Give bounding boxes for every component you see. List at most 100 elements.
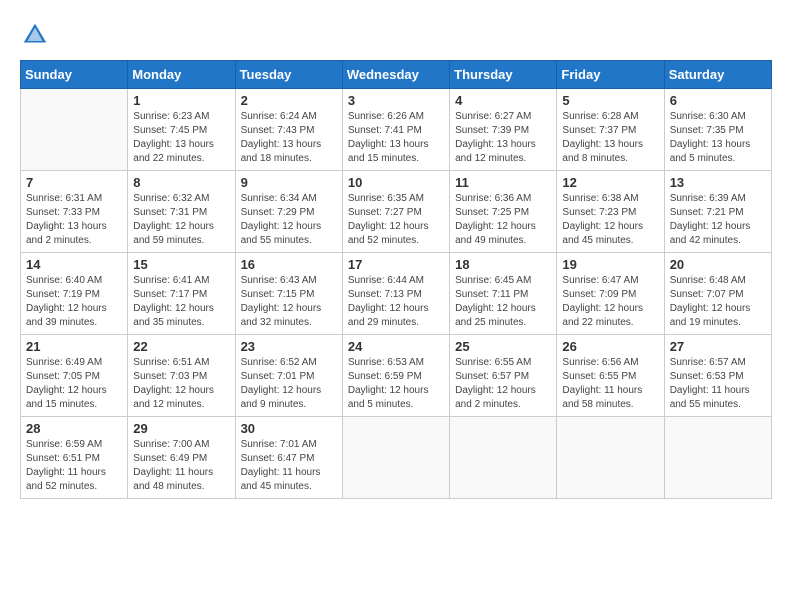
day-number: 12 xyxy=(562,175,658,190)
logo xyxy=(20,20,54,50)
day-number: 24 xyxy=(348,339,444,354)
day-number: 2 xyxy=(241,93,337,108)
calendar-cell: 2 Sunrise: 6:24 AM Sunset: 7:43 PM Daylig… xyxy=(235,89,342,171)
day-info: Sunrise: 6:59 AM Sunset: 6:51 PM Dayligh… xyxy=(26,438,122,494)
day-number: 5 xyxy=(562,93,658,108)
day-info: Sunrise: 6:31 AM Sunset: 7:33 PM Dayligh… xyxy=(26,192,122,248)
day-of-week-header: Sunday xyxy=(21,61,128,89)
day-number: 19 xyxy=(562,257,658,272)
day-info: Sunrise: 6:28 AM Sunset: 7:37 PM Dayligh… xyxy=(562,110,658,166)
day-header-row: SundayMondayTuesdayWednesdayThursdayFrid… xyxy=(21,61,772,89)
day-number: 26 xyxy=(562,339,658,354)
calendar-cell xyxy=(664,417,771,499)
calendar-cell: 19 Sunrise: 6:47 AM Sunset: 7:09 PM Dayli… xyxy=(557,253,664,335)
calendar-cell: 11Sunrise: 6:36 AM Sunset: 7:25 PM Dayli… xyxy=(450,171,557,253)
day-info: Sunrise: 6:26 AM Sunset: 7:41 PM Dayligh… xyxy=(348,110,444,166)
day-number: 9 xyxy=(241,175,337,190)
day-info: Sunrise: 6:49 AM Sunset: 7:05 PM Dayligh… xyxy=(26,356,122,412)
day-info: Sunrise: 6:40 AM Sunset: 7:19 PM Dayligh… xyxy=(26,274,122,330)
calendar-cell: 4 Sunrise: 6:27 AM Sunset: 7:39 PM Daylig… xyxy=(450,89,557,171)
day-number: 3 xyxy=(348,93,444,108)
day-info: Sunrise: 6:38 AM Sunset: 7:23 PM Dayligh… xyxy=(562,192,658,248)
day-number: 8 xyxy=(133,175,229,190)
calendar-cell: 25Sunrise: 6:55 AM Sunset: 6:57 PM Dayli… xyxy=(450,335,557,417)
calendar-cell: 23 Sunrise: 6:52 AM Sunset: 7:01 PM Dayli… xyxy=(235,335,342,417)
day-info: Sunrise: 6:57 AM Sunset: 6:53 PM Dayligh… xyxy=(670,356,766,412)
day-number: 1 xyxy=(133,93,229,108)
day-info: Sunrise: 7:01 AM Sunset: 6:47 PM Dayligh… xyxy=(241,438,337,494)
day-info: Sunrise: 6:52 AM Sunset: 7:01 PM Dayligh… xyxy=(241,356,337,412)
calendar-table: SundayMondayTuesdayWednesdayThursdayFrid… xyxy=(20,60,772,499)
calendar-cell: 12 Sunrise: 6:38 AM Sunset: 7:23 PM Dayli… xyxy=(557,171,664,253)
day-of-week-header: Monday xyxy=(128,61,235,89)
day-number: 28 xyxy=(26,421,122,436)
day-number: 14 xyxy=(26,257,122,272)
calendar-cell: 21 Sunrise: 6:49 AM Sunset: 7:05 PM Dayli… xyxy=(21,335,128,417)
day-number: 11 xyxy=(455,175,551,190)
day-info: Sunrise: 6:24 AM Sunset: 7:43 PM Dayligh… xyxy=(241,110,337,166)
calendar-header: SundayMondayTuesdayWednesdayThursdayFrid… xyxy=(21,61,772,89)
day-number: 20 xyxy=(670,257,766,272)
day-info: Sunrise: 6:53 AM Sunset: 6:59 PM Dayligh… xyxy=(348,356,444,412)
day-number: 23 xyxy=(241,339,337,354)
calendar-week-row: 28 Sunrise: 6:59 AM Sunset: 6:51 PM Dayli… xyxy=(21,417,772,499)
calendar-week-row: 1 Sunrise: 6:23 AM Sunset: 7:45 PM Daylig… xyxy=(21,89,772,171)
calendar-week-row: 14 Sunrise: 6:40 AM Sunset: 7:19 PM Dayli… xyxy=(21,253,772,335)
calendar-cell: 15Sunrise: 6:41 AM Sunset: 7:17 PM Dayli… xyxy=(128,253,235,335)
day-info: Sunrise: 6:41 AM Sunset: 7:17 PM Dayligh… xyxy=(133,274,229,330)
day-number: 7 xyxy=(26,175,122,190)
calendar-cell: 6Sunrise: 6:30 AM Sunset: 7:35 PM Daylig… xyxy=(664,89,771,171)
calendar-cell: 10 Sunrise: 6:35 AM Sunset: 7:27 PM Dayli… xyxy=(342,171,449,253)
day-info: Sunrise: 6:35 AM Sunset: 7:27 PM Dayligh… xyxy=(348,192,444,248)
calendar-cell: 14 Sunrise: 6:40 AM Sunset: 7:19 PM Dayli… xyxy=(21,253,128,335)
day-number: 18 xyxy=(455,257,551,272)
day-info: Sunrise: 6:47 AM Sunset: 7:09 PM Dayligh… xyxy=(562,274,658,330)
calendar-cell: 13Sunrise: 6:39 AM Sunset: 7:21 PM Dayli… xyxy=(664,171,771,253)
calendar-cell: 18 Sunrise: 6:45 AM Sunset: 7:11 PM Dayli… xyxy=(450,253,557,335)
day-number: 10 xyxy=(348,175,444,190)
day-info: Sunrise: 6:30 AM Sunset: 7:35 PM Dayligh… xyxy=(670,110,766,166)
day-of-week-header: Saturday xyxy=(664,61,771,89)
day-info: Sunrise: 6:56 AM Sunset: 6:55 PM Dayligh… xyxy=(562,356,658,412)
calendar-cell: 16 Sunrise: 6:43 AM Sunset: 7:15 PM Dayli… xyxy=(235,253,342,335)
calendar-cell xyxy=(450,417,557,499)
day-of-week-header: Wednesday xyxy=(342,61,449,89)
calendar-cell: 17 Sunrise: 6:44 AM Sunset: 7:13 PM Dayli… xyxy=(342,253,449,335)
day-number: 30 xyxy=(241,421,337,436)
calendar-cell: 29 Sunrise: 7:00 AM Sunset: 6:49 PM Dayli… xyxy=(128,417,235,499)
day-info: Sunrise: 6:51 AM Sunset: 7:03 PM Dayligh… xyxy=(133,356,229,412)
day-of-week-header: Tuesday xyxy=(235,61,342,89)
calendar-cell: 26 Sunrise: 6:56 AM Sunset: 6:55 PM Dayli… xyxy=(557,335,664,417)
day-info: Sunrise: 6:43 AM Sunset: 7:15 PM Dayligh… xyxy=(241,274,337,330)
day-number: 16 xyxy=(241,257,337,272)
calendar-cell: 8Sunrise: 6:32 AM Sunset: 7:31 PM Daylig… xyxy=(128,171,235,253)
calendar-week-row: 7 Sunrise: 6:31 AM Sunset: 7:33 PM Daylig… xyxy=(21,171,772,253)
calendar-cell xyxy=(342,417,449,499)
calendar-cell: 20Sunrise: 6:48 AM Sunset: 7:07 PM Dayli… xyxy=(664,253,771,335)
calendar-cell: 22Sunrise: 6:51 AM Sunset: 7:03 PM Dayli… xyxy=(128,335,235,417)
calendar-cell: 9 Sunrise: 6:34 AM Sunset: 7:29 PM Daylig… xyxy=(235,171,342,253)
calendar-cell xyxy=(557,417,664,499)
page-header xyxy=(20,20,772,50)
calendar-body: 1 Sunrise: 6:23 AM Sunset: 7:45 PM Daylig… xyxy=(21,89,772,499)
calendar-cell: 3 Sunrise: 6:26 AM Sunset: 7:41 PM Daylig… xyxy=(342,89,449,171)
day-info: Sunrise: 6:27 AM Sunset: 7:39 PM Dayligh… xyxy=(455,110,551,166)
logo-icon xyxy=(20,20,50,50)
day-number: 21 xyxy=(26,339,122,354)
calendar-cell xyxy=(21,89,128,171)
calendar-week-row: 21 Sunrise: 6:49 AM Sunset: 7:05 PM Dayli… xyxy=(21,335,772,417)
day-info: Sunrise: 6:55 AM Sunset: 6:57 PM Dayligh… xyxy=(455,356,551,412)
calendar-cell: 5 Sunrise: 6:28 AM Sunset: 7:37 PM Daylig… xyxy=(557,89,664,171)
calendar-cell: 27Sunrise: 6:57 AM Sunset: 6:53 PM Dayli… xyxy=(664,335,771,417)
calendar-cell: 7 Sunrise: 6:31 AM Sunset: 7:33 PM Daylig… xyxy=(21,171,128,253)
day-info: Sunrise: 6:45 AM Sunset: 7:11 PM Dayligh… xyxy=(455,274,551,330)
day-number: 29 xyxy=(133,421,229,436)
day-info: Sunrise: 7:00 AM Sunset: 6:49 PM Dayligh… xyxy=(133,438,229,494)
day-number: 4 xyxy=(455,93,551,108)
day-info: Sunrise: 6:23 AM Sunset: 7:45 PM Dayligh… xyxy=(133,110,229,166)
day-info: Sunrise: 6:44 AM Sunset: 7:13 PM Dayligh… xyxy=(348,274,444,330)
day-info: Sunrise: 6:34 AM Sunset: 7:29 PM Dayligh… xyxy=(241,192,337,248)
day-number: 17 xyxy=(348,257,444,272)
day-info: Sunrise: 6:39 AM Sunset: 7:21 PM Dayligh… xyxy=(670,192,766,248)
day-of-week-header: Friday xyxy=(557,61,664,89)
